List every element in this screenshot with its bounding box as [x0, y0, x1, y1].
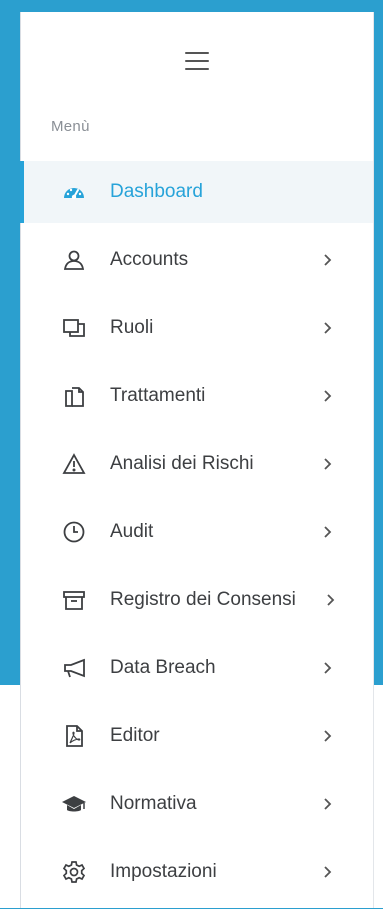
sidebar-item-label: Editor — [110, 725, 160, 746]
sidebar-menu: Dashboard Accounts Ruoli Trattamenti Ana… — [20, 161, 373, 909]
top-frame — [0, 0, 383, 12]
sidebar-item-dashboard[interactable]: Dashboard — [20, 161, 373, 223]
pdf-file-icon — [61, 723, 87, 749]
left-margin — [0, 685, 20, 908]
chevron-right-icon — [321, 253, 335, 267]
chevron-right-icon — [321, 457, 335, 471]
graduation-cap-icon — [61, 791, 87, 817]
roles-icon — [61, 315, 87, 341]
menu-heading: Menù — [51, 118, 90, 135]
sidebar-item-audit[interactable]: Audit — [21, 501, 373, 563]
sidebar-panel: Menù Dashboard Accounts Ruoli Trattament… — [20, 12, 374, 908]
sidebar-item-data-breach[interactable]: Data Breach — [21, 637, 373, 699]
chevron-right-icon — [321, 389, 335, 403]
chevron-right-icon — [324, 593, 338, 607]
sidebar-item-label: Normativa — [110, 793, 197, 814]
chevron-right-icon — [321, 865, 335, 879]
sidebar-item-label: Impostazioni — [110, 861, 217, 882]
sidebar-item-label: Registro dei Consensi — [110, 589, 296, 610]
chevron-right-icon — [321, 525, 335, 539]
sidebar-item-ruoli[interactable]: Ruoli — [21, 297, 373, 359]
sidebar-item-analisi-dei-rischi[interactable]: Analisi dei Rischi — [21, 433, 373, 495]
dashboard-icon — [61, 179, 87, 205]
sidebar-item-label: Analisi dei Rischi — [110, 453, 254, 474]
chevron-right-icon — [321, 661, 335, 675]
user-icon — [61, 247, 87, 273]
sidebar-item-accounts[interactable]: Accounts — [21, 229, 373, 291]
archive-icon — [61, 587, 87, 613]
chevron-right-icon — [321, 321, 335, 335]
sidebar-item-registro-dei-consensi[interactable]: Registro dei Consensi — [21, 569, 373, 631]
warning-icon — [61, 451, 87, 477]
sidebar-item-label: Audit — [110, 521, 154, 542]
sidebar-item-label: Data Breach — [110, 657, 216, 678]
sidebar-item-label: Accounts — [110, 249, 189, 270]
sidebar-item-editor[interactable]: Editor — [21, 705, 373, 767]
sidebar-item-impostazioni[interactable]: Impostazioni — [21, 841, 373, 903]
hamburger-icon[interactable] — [185, 52, 209, 70]
documents-icon — [61, 383, 87, 409]
megaphone-icon — [61, 655, 87, 681]
sidebar-item-label: Ruoli — [110, 317, 154, 338]
sidebar-item-normativa[interactable]: Normativa — [21, 773, 373, 835]
chevron-right-icon — [321, 729, 335, 743]
gear-icon — [61, 859, 87, 885]
sidebar-item-trattamenti[interactable]: Trattamenti — [21, 365, 373, 427]
sidebar-item-label: Dashboard — [110, 181, 203, 202]
sidebar-item-label: Trattamenti — [110, 385, 206, 406]
clock-icon — [61, 519, 87, 545]
chevron-right-icon — [321, 797, 335, 811]
